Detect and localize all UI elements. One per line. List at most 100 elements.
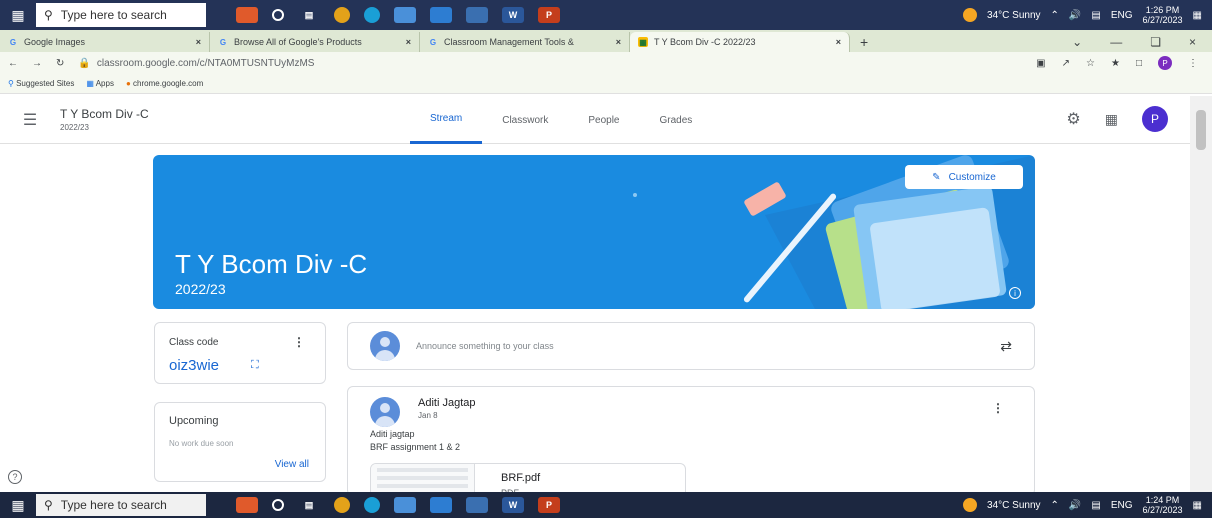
weather-text[interactable]: 34°C Sunny	[987, 10, 1040, 21]
promo-icon[interactable]	[236, 497, 258, 513]
browser-tab[interactable]: G Google Images ×	[0, 32, 210, 52]
bookmark-label: Suggested Sites	[16, 79, 75, 88]
extensions-icon[interactable]: ★	[1111, 58, 1120, 69]
network-icon[interactable]: ▤	[1091, 10, 1100, 21]
volume-icon[interactable]: 🔊	[1069, 10, 1081, 21]
minimize-button[interactable]: —	[1110, 35, 1122, 49]
info-icon[interactable]: i	[1009, 287, 1021, 299]
taskbar-search[interactable]: ⚲ Type here to search	[36, 494, 206, 516]
tray-chevron-icon[interactable]: ⌃	[1051, 10, 1059, 21]
bookmark-star-icon[interactable]: ☆	[1086, 58, 1095, 69]
mail-icon[interactable]	[430, 7, 452, 23]
announce-box[interactable]: Announce something to your class ⇄	[347, 322, 1035, 370]
share-icon[interactable]: ↗	[1062, 58, 1070, 69]
fullscreen-icon[interactable]: ⛶	[251, 359, 259, 372]
task-view-icon[interactable]: ▤	[298, 497, 320, 513]
cortana-icon[interactable]	[272, 9, 284, 21]
customize-button[interactable]: ✎ Customize	[905, 165, 1023, 189]
close-tab-icon[interactable]: ×	[836, 37, 841, 47]
mail-icon[interactable]	[430, 497, 452, 513]
windows-start-icon[interactable]: ▦	[0, 492, 36, 518]
reload-icon[interactable]: ↻	[56, 58, 64, 69]
volume-icon[interactable]: 🔊	[1069, 500, 1081, 511]
store-icon[interactable]	[394, 7, 416, 23]
bookmark-item[interactable]: ● chrome.google.com	[126, 79, 203, 88]
promo-icon[interactable]	[236, 7, 258, 23]
url-text: classroom.google.com/c/NTA0MTUSNTUyMzMS	[96, 57, 315, 69]
post-body-line: BRF assignment 1 & 2	[370, 442, 461, 452]
class-banner: ✎ Customize T Y Bcom Div -C 2022/23 i	[153, 155, 1035, 309]
close-tab-icon[interactable]: ×	[616, 37, 621, 47]
more-options-icon[interactable]: ⋮	[293, 335, 305, 349]
notifications-icon[interactable]: ▦	[1193, 10, 1202, 21]
bookmark-item[interactable]: ▦ Apps	[86, 79, 114, 88]
browser-tab-active[interactable]: ▦ T Y Bcom Div -C 2022/23 ×	[630, 32, 850, 52]
page-scrollbar[interactable]	[1190, 96, 1212, 492]
back-icon[interactable]: ←	[8, 58, 18, 69]
banner-title: T Y Bcom Div -C	[175, 249, 368, 279]
taskbar-search-placeholder: Type here to search	[60, 498, 167, 512]
tab-people[interactable]: People	[568, 96, 639, 144]
edge-icon[interactable]	[364, 497, 380, 513]
tab-grades[interactable]: Grades	[640, 96, 713, 144]
repost-icon[interactable]: ⇄	[1000, 338, 1012, 355]
weather-text[interactable]: 34°C Sunny	[987, 500, 1040, 511]
chrome-icon[interactable]	[334, 497, 350, 513]
clock[interactable]: 1:24 PM 6/27/2023	[1143, 495, 1183, 515]
tab-classwork[interactable]: Classwork	[482, 96, 568, 144]
view-all-link[interactable]: View all	[275, 459, 309, 470]
edge-icon[interactable]	[364, 7, 380, 23]
language-indicator[interactable]: ENG	[1111, 10, 1133, 21]
taskbar-search-placeholder: Type here to search	[60, 8, 167, 22]
browser-tab[interactable]: G Classroom Management Tools & ×	[420, 32, 630, 52]
powerpoint-icon[interactable]: P	[538, 7, 560, 23]
network-icon[interactable]: ▤	[1091, 500, 1100, 511]
close-tab-icon[interactable]: ×	[406, 37, 411, 47]
tab-label: T Y Bcom Div -C 2022/23	[654, 37, 756, 47]
tab-search-icon[interactable]: ⌄	[1072, 35, 1082, 49]
chrome-icon[interactable]	[334, 7, 350, 23]
windows-start-icon[interactable]: ▦	[0, 0, 36, 30]
tab-stream[interactable]: Stream	[410, 96, 483, 144]
browser-menu-icon[interactable]: ⋮	[1188, 58, 1198, 69]
search-icon: ⚲	[44, 498, 53, 512]
notifications-icon[interactable]: ▦	[1193, 500, 1202, 511]
scrollbar-thumb[interactable]	[1196, 110, 1206, 150]
clock[interactable]: 1:26 PM 6/27/2023	[1143, 5, 1183, 25]
side-panel-icon[interactable]: □	[1136, 58, 1142, 69]
store-icon[interactable]	[394, 497, 416, 513]
google-apps-icon[interactable]: ▦	[1105, 111, 1118, 128]
browser-tab[interactable]: G Browse All of Google's Products ×	[210, 32, 420, 52]
word-icon[interactable]: W	[502, 7, 524, 23]
settings-gear-icon[interactable]: ⚙	[1066, 109, 1080, 129]
header-class-name[interactable]: T Y Bcom Div -C	[60, 107, 149, 121]
omnibox[interactable]: 🔒 classroom.google.com/c/NTA0MTUSNTUyMzM…	[78, 58, 314, 69]
taskbar-search[interactable]: ⚲ Type here to search	[36, 3, 206, 27]
post-more-icon[interactable]: ⋮	[992, 401, 1004, 415]
task-view-icon[interactable]: ▤	[298, 7, 320, 23]
new-tab-button[interactable]: +	[850, 32, 878, 52]
word-icon[interactable]: W	[502, 497, 524, 513]
main-menu-icon[interactable]: ☰	[0, 110, 60, 130]
explorer-icon[interactable]	[466, 7, 488, 23]
language-indicator[interactable]: ENG	[1111, 500, 1133, 511]
pencil-icon: ✎	[932, 171, 941, 183]
post-date: Jan 8	[418, 411, 438, 420]
maximize-button[interactable]: ❏	[1150, 35, 1161, 49]
powerpoint-icon[interactable]: P	[538, 497, 560, 513]
announce-placeholder[interactable]: Announce something to your class	[416, 341, 554, 351]
install-icon[interactable]: ▣	[1036, 58, 1045, 69]
account-avatar[interactable]: P	[1142, 106, 1168, 132]
post-author: Aditi Jagtap	[418, 397, 476, 409]
help-icon[interactable]: ?	[8, 470, 22, 484]
forward-icon[interactable]: →	[32, 58, 42, 69]
class-code-value[interactable]: oiz3wie	[169, 357, 219, 374]
cortana-icon[interactable]	[272, 499, 284, 511]
browser-profile-avatar[interactable]: P	[1158, 56, 1172, 70]
explorer-icon[interactable]	[466, 497, 488, 513]
close-window-button[interactable]: ×	[1189, 35, 1196, 49]
tray-chevron-icon[interactable]: ⌃	[1051, 500, 1059, 511]
close-tab-icon[interactable]: ×	[196, 37, 201, 47]
bookmark-item[interactable]: ⚲ Suggested Sites	[8, 79, 74, 88]
classroom-favicon-icon: ▦	[638, 37, 648, 47]
